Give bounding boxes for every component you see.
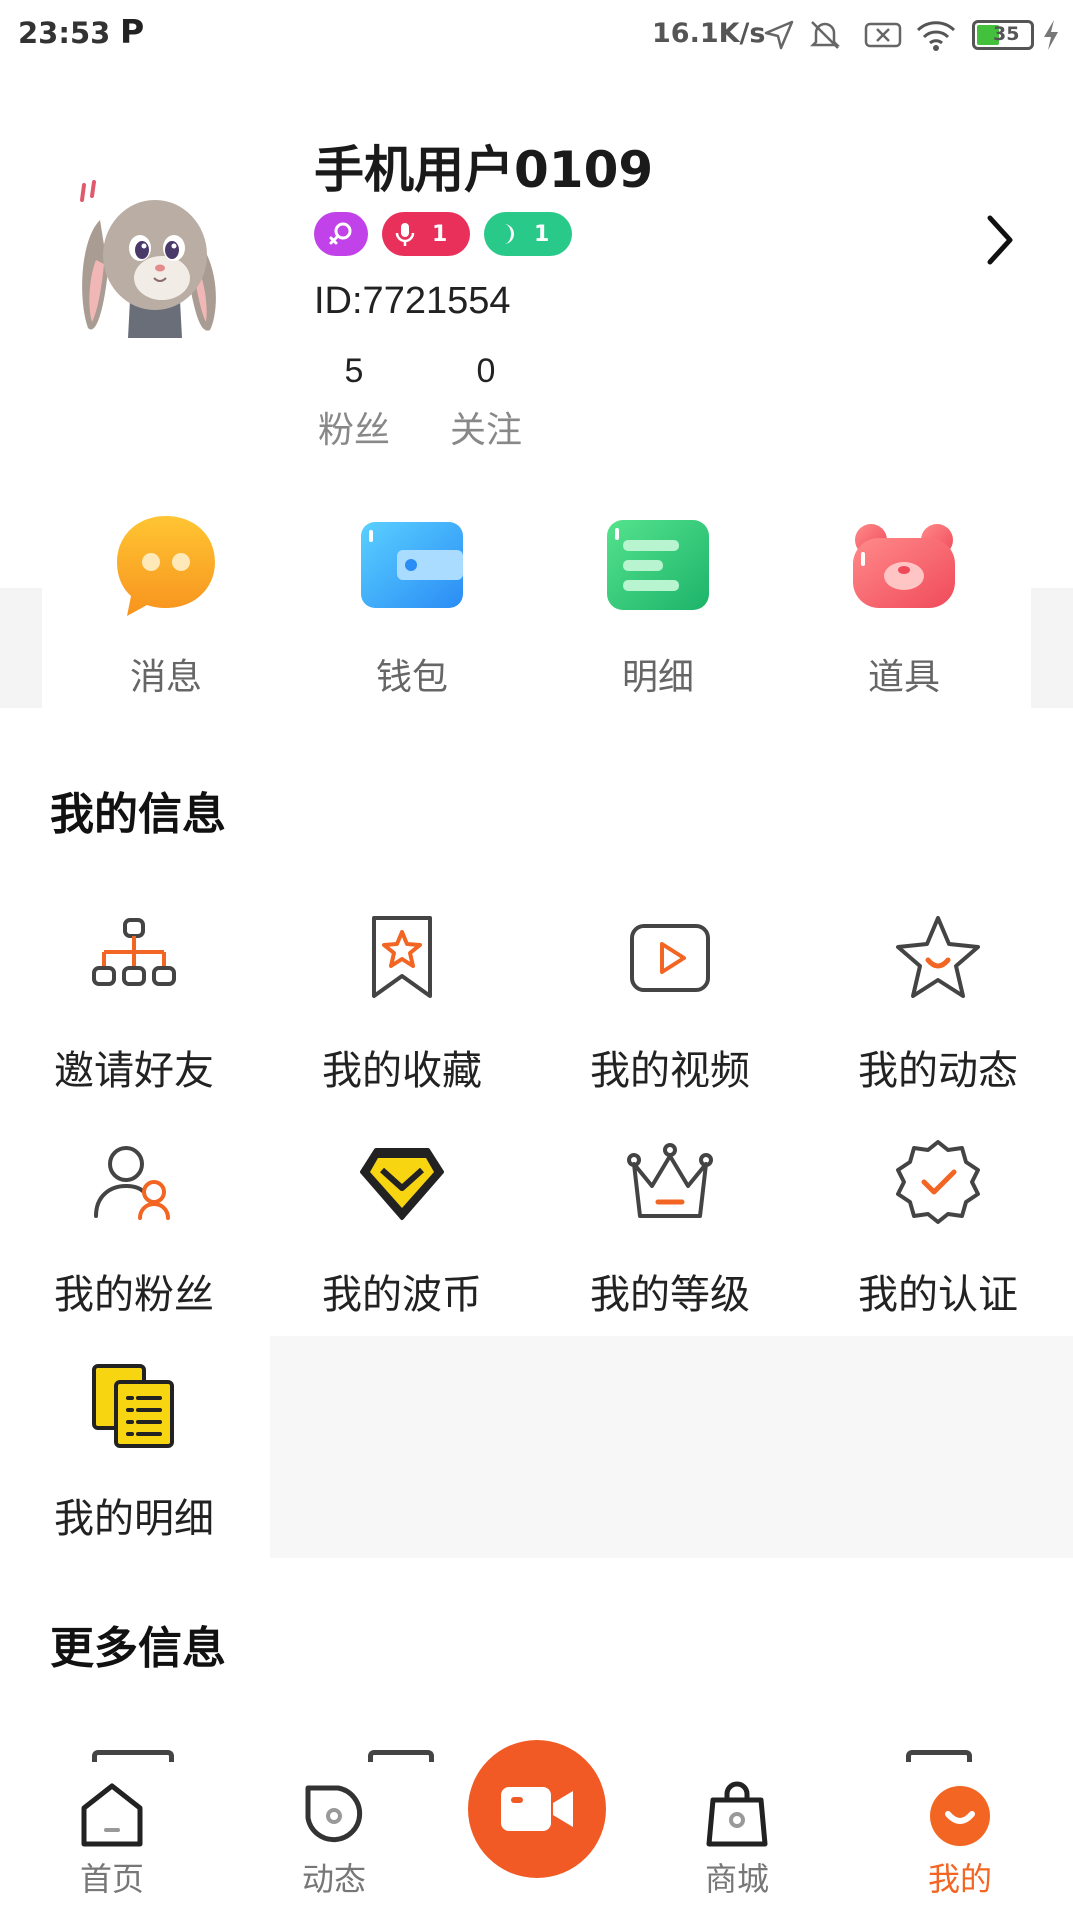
crown-icon (627, 1143, 713, 1218)
bookmark-star-icon (372, 916, 432, 998)
quick-details-label: 明细 (621, 657, 694, 698)
wallet-icon (361, 522, 463, 608)
chat-bubble-icon (117, 516, 215, 616)
follow-label: 关注 (449, 410, 522, 451)
battery-icon: 35 (972, 20, 1034, 50)
gender-badge (314, 212, 368, 256)
invite-friends-item[interactable]: 邀请好友 (24, 912, 244, 1096)
my-coins-label: 我的波币 (322, 1272, 482, 1318)
tab-home-label: 首页 (79, 1860, 144, 1898)
follow-count: 0 (476, 352, 496, 390)
tab-shop-label: 商城 (704, 1860, 769, 1898)
my-videos-label: 我的视频 (590, 1048, 750, 1094)
status-time: 23:53 (18, 16, 111, 50)
document-list-icon (92, 1364, 174, 1448)
left-shade (0, 588, 42, 708)
tab-home[interactable]: 首页 (42, 1778, 182, 1900)
quick-props-label: 道具 (867, 657, 940, 698)
mute-bell-icon (809, 21, 841, 49)
user-id: ID:7721554 (314, 280, 511, 322)
star-icon (896, 916, 980, 998)
follow-stat[interactable]: 0 关注 (436, 352, 536, 453)
moon-level-count: 1 (534, 221, 550, 247)
quick-wallet[interactable]: 钱包 (332, 510, 492, 700)
invite-tree-icon (92, 918, 176, 986)
quick-messages-label: 消息 (129, 657, 202, 698)
home-icon (81, 1783, 143, 1847)
quick-messages[interactable]: 消息 (86, 510, 246, 700)
fans-stat[interactable]: 5 粉丝 (304, 352, 404, 453)
diamond-icon (360, 1148, 444, 1220)
quick-wallet-label: 钱包 (375, 657, 448, 698)
fans-label: 粉丝 (317, 410, 390, 451)
badge-row: 1 1 (314, 212, 572, 256)
empty-grid-area (270, 1336, 1073, 1558)
my-info-title: 我的信息 (50, 789, 226, 840)
mic-level-badge: 1 (382, 212, 470, 256)
my-level-item[interactable]: 我的等级 (560, 1136, 780, 1320)
bear-icon (853, 524, 955, 608)
my-details-item[interactable]: 我的明细 (24, 1360, 244, 1544)
feed-icon (305, 1785, 363, 1843)
more-item-partial-1 (92, 1750, 174, 1762)
right-shade (1031, 588, 1073, 708)
quick-details[interactable]: 明细 (578, 510, 738, 700)
moon-icon (504, 224, 514, 244)
mic-icon (395, 223, 415, 246)
username: 手机用户0109 (314, 141, 654, 199)
tab-shop[interactable]: 商城 (667, 1778, 807, 1900)
my-favorites-label: 我的收藏 (322, 1048, 482, 1094)
battery-level: 35 (993, 23, 1020, 45)
my-moments-label: 我的动态 (858, 1048, 1018, 1094)
my-verification-item[interactable]: 我的认证 (828, 1136, 1048, 1320)
fans-count: 5 (344, 352, 364, 390)
my-verification-label: 我的认证 (858, 1272, 1018, 1318)
more-item-partial-2 (368, 1750, 434, 1762)
charging-icon (1044, 20, 1058, 50)
chevron-right-icon[interactable] (980, 210, 1020, 270)
my-coins-item[interactable]: 我的波币 (292, 1136, 512, 1320)
quick-props[interactable]: 道具 (824, 510, 984, 700)
my-fans-label: 我的粉丝 (54, 1272, 214, 1318)
my-moments-item[interactable]: 我的动态 (828, 912, 1048, 1096)
my-favorites-item[interactable]: 我的收藏 (292, 912, 512, 1096)
badge-check-icon (896, 1140, 980, 1224)
moon-level-badge: 1 (484, 212, 572, 256)
sim-x-icon (864, 22, 902, 48)
more-info-title: 更多信息 (50, 1623, 226, 1674)
more-item-partial-3 (906, 1750, 972, 1762)
my-videos-item[interactable]: 我的视频 (560, 912, 780, 1096)
avatar[interactable] (70, 160, 220, 340)
record-video-button[interactable] (468, 1740, 606, 1878)
network-speed: 16.1K/s (652, 18, 766, 49)
details-icon (607, 520, 709, 610)
app-notification-icon: P (120, 12, 145, 51)
wifi-icon (916, 21, 956, 51)
status-bar: 23:53 P 16.1K/s 35 (0, 0, 1073, 70)
shop-bag-icon (706, 1781, 768, 1847)
fans-icon (94, 1146, 170, 1220)
female-icon (329, 222, 352, 245)
video-play-icon (630, 924, 710, 992)
mic-level-count: 1 (432, 221, 448, 247)
my-level-label: 我的等级 (590, 1272, 750, 1318)
me-icon (930, 1786, 990, 1846)
tab-me-label: 我的 (927, 1860, 992, 1898)
my-fans-item[interactable]: 我的粉丝 (24, 1136, 244, 1320)
tab-feed[interactable]: 动态 (264, 1778, 404, 1900)
tab-me[interactable]: 我的 (890, 1778, 1030, 1900)
my-details-label: 我的明细 (54, 1496, 214, 1542)
tab-feed-label: 动态 (301, 1860, 366, 1898)
location-arrow-icon (764, 20, 794, 50)
invite-friends-label: 邀请好友 (54, 1048, 214, 1094)
video-camera-icon (501, 1787, 573, 1831)
